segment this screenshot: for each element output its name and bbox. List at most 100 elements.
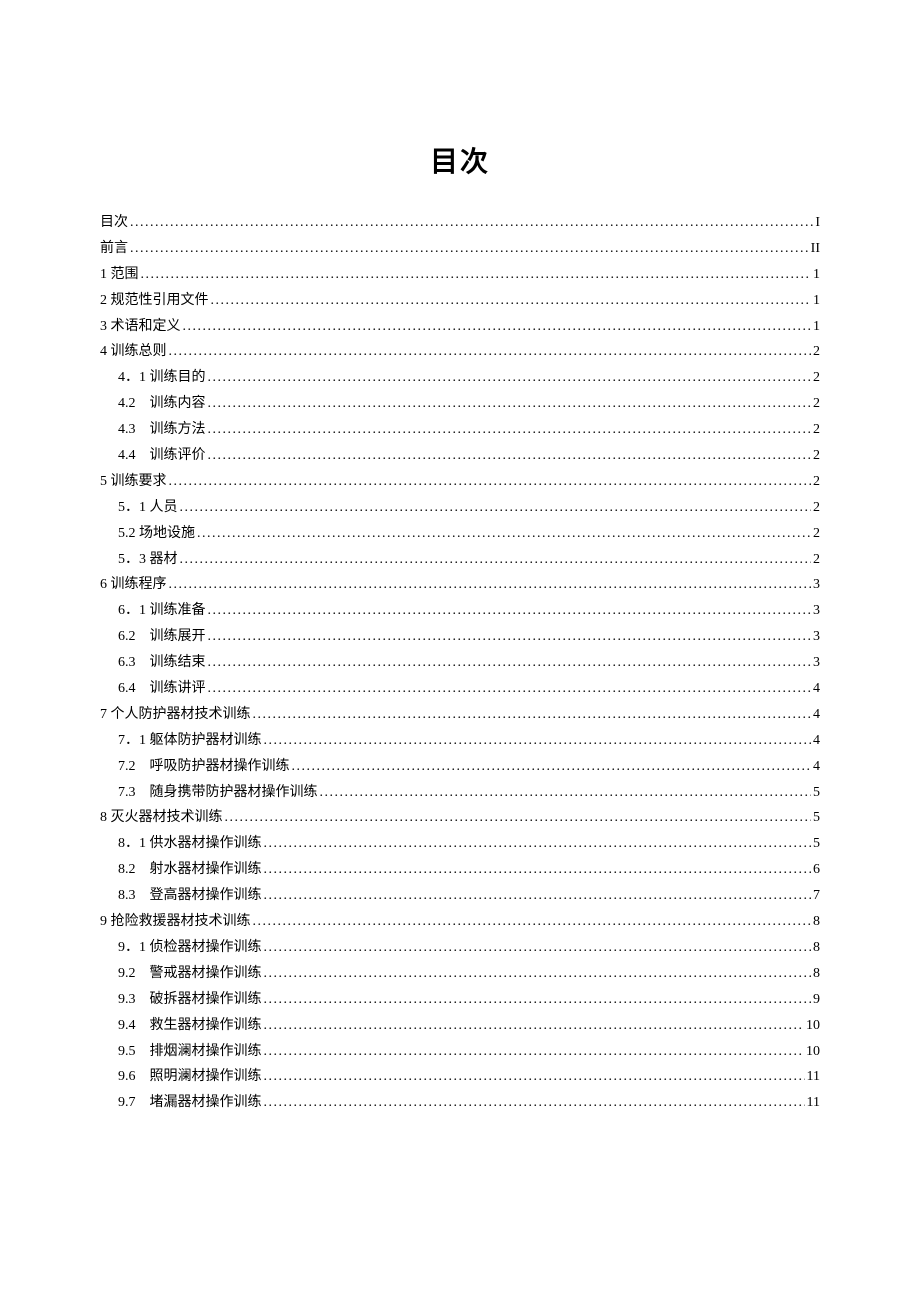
toc-entry-page: 3 — [813, 572, 820, 598]
toc-entry: 4 训练总则 2 — [100, 339, 820, 365]
toc-entry: 9.3 破拆器材操作训练9 — [100, 987, 820, 1013]
toc-entry-label: 4 训练总则 — [100, 339, 167, 365]
toc-entry-page: 10 — [806, 1039, 820, 1065]
toc-leader — [264, 935, 812, 961]
toc-entry-page: 5 — [813, 780, 820, 806]
toc-leader — [208, 650, 812, 676]
toc-entry: 4.2 训练内容2 — [100, 391, 820, 417]
toc-leader — [264, 1064, 805, 1090]
toc-entry: 1 范围 1 — [100, 262, 820, 288]
toc-leader — [292, 754, 812, 780]
toc-entry-page: 8 — [813, 935, 820, 961]
toc-entry-label: 6.3 训练结束 — [118, 650, 206, 676]
toc-title: 目次 — [100, 140, 820, 180]
toc-entry-label: 8.2 射水器材操作训练 — [118, 857, 262, 883]
toc-leader — [264, 1013, 805, 1039]
toc-leader — [130, 236, 809, 262]
toc-entry-label: 5．1 人员 — [118, 495, 178, 521]
toc-leader — [264, 987, 812, 1013]
toc-leader — [211, 288, 812, 314]
toc-entry-page: 7 — [813, 883, 820, 909]
toc-leader — [264, 961, 812, 987]
toc-leader — [264, 831, 812, 857]
toc-entry-page: 2 — [813, 521, 820, 547]
toc-entry-page: 4 — [813, 702, 820, 728]
toc-entry-label: 5．3 器材 — [118, 547, 178, 573]
toc-leader — [208, 624, 812, 650]
toc-entry-page: 4 — [813, 754, 820, 780]
toc-entry-label: 6 训练程序 — [100, 572, 167, 598]
toc-entry-label: 6.4 训练讲评 — [118, 676, 206, 702]
toc-entry-label: 9.6 照明澜材操作训练 — [118, 1064, 262, 1090]
toc-leader — [320, 780, 812, 806]
toc-entry-label: 1 范围 — [100, 262, 139, 288]
toc-leader — [169, 469, 812, 495]
toc-entry-page: 8 — [813, 909, 820, 935]
toc-entry-page: 11 — [807, 1090, 820, 1116]
toc-entry-page: 2 — [813, 339, 820, 365]
toc-entry-page: II — [811, 236, 820, 262]
toc-entry: 7．1 躯体防护器材训练4 — [100, 728, 820, 754]
toc-entry: 5 训练要求 2 — [100, 469, 820, 495]
toc-entry: 6.4 训练讲评 4 — [100, 676, 820, 702]
toc-entry-label: 7.2 呼吸防护器材操作训练 — [118, 754, 290, 780]
toc-entry-page: 2 — [813, 469, 820, 495]
toc-entry: 9.5 排烟澜材操作训练10 — [100, 1039, 820, 1065]
toc-leader — [264, 883, 812, 909]
toc-leader — [183, 314, 812, 340]
toc-leader — [197, 521, 811, 547]
toc-entry: 5.2 场地设施 2 — [100, 521, 820, 547]
toc-entry: 9.6 照明澜材操作训练11 — [100, 1064, 820, 1090]
toc-leader — [208, 598, 812, 624]
toc-entry-page: 6 — [813, 857, 820, 883]
toc-entry: 2 规范性引用文件1 — [100, 288, 820, 314]
toc-entry-label: 9.7 堵漏器材操作训练 — [118, 1090, 262, 1116]
toc-entry: 8 灭火器材技术训练5 — [100, 805, 820, 831]
toc-entry-page: 4 — [813, 728, 820, 754]
toc-entry-label: 前言 — [100, 236, 128, 262]
toc-entry: 6.3 训练结束3 — [100, 650, 820, 676]
toc-leader — [169, 339, 812, 365]
toc-leader — [169, 572, 812, 598]
toc-entry: 4．1 训练目的 2 — [100, 365, 820, 391]
toc-entry-page: 2 — [813, 495, 820, 521]
toc-entry-label: 9．1 侦检器材操作训练 — [118, 935, 262, 961]
toc-entry-label: 8．1 供水器材操作训练 — [118, 831, 262, 857]
toc-entry-label: 9.4 救生器材操作训练 — [118, 1013, 262, 1039]
toc-entry: 前言 II — [100, 236, 820, 262]
toc-entry-label: 9 抢险救援器材技术训练 — [100, 909, 251, 935]
toc-entry-page: 5 — [813, 831, 820, 857]
toc-leader — [180, 495, 812, 521]
toc-entry-page: 3 — [813, 624, 820, 650]
toc-entry: 9．1 侦检器材操作训练 8 — [100, 935, 820, 961]
toc-entry: 5．3 器材2 — [100, 547, 820, 573]
toc-list: 目次I前言II1 范围12 规范性引用文件13 术语和定义14 训练总则24．1… — [100, 210, 820, 1116]
toc-entry: 6.2 训练展开 3 — [100, 624, 820, 650]
toc-entry-label: 6.2 训练展开 — [118, 624, 206, 650]
toc-entry-page: 2 — [813, 365, 820, 391]
toc-entry: 3 术语和定义1 — [100, 314, 820, 340]
toc-leader — [253, 909, 812, 935]
toc-entry: 7 个人防护器材技术训练4 — [100, 702, 820, 728]
toc-entry: 8.3 登高器材操作训练7 — [100, 883, 820, 909]
toc-entry-page: 1 — [813, 262, 820, 288]
toc-leader — [264, 1039, 805, 1065]
toc-entry-label: 5 训练要求 — [100, 469, 167, 495]
toc-entry: 9 抢险救援器材技术训练 8 — [100, 909, 820, 935]
toc-entry-page: 4 — [813, 676, 820, 702]
toc-entry: 5．1 人员 2 — [100, 495, 820, 521]
toc-entry: 4.4 训练评价2 — [100, 443, 820, 469]
toc-entry-page: 2 — [813, 417, 820, 443]
toc-entry-page: 9 — [813, 987, 820, 1013]
toc-entry-page: 8 — [813, 961, 820, 987]
toc-entry-page: 1 — [813, 288, 820, 314]
toc-leader — [208, 443, 812, 469]
toc-leader — [208, 676, 812, 702]
toc-entry-page: 10 — [806, 1013, 820, 1039]
toc-entry: 目次I — [100, 210, 820, 236]
toc-leader — [264, 728, 812, 754]
toc-entry-label: 4．1 训练目的 — [118, 365, 206, 391]
toc-leader — [141, 262, 812, 288]
toc-leader — [130, 210, 813, 236]
toc-entry-label: 5.2 场地设施 — [118, 521, 195, 547]
